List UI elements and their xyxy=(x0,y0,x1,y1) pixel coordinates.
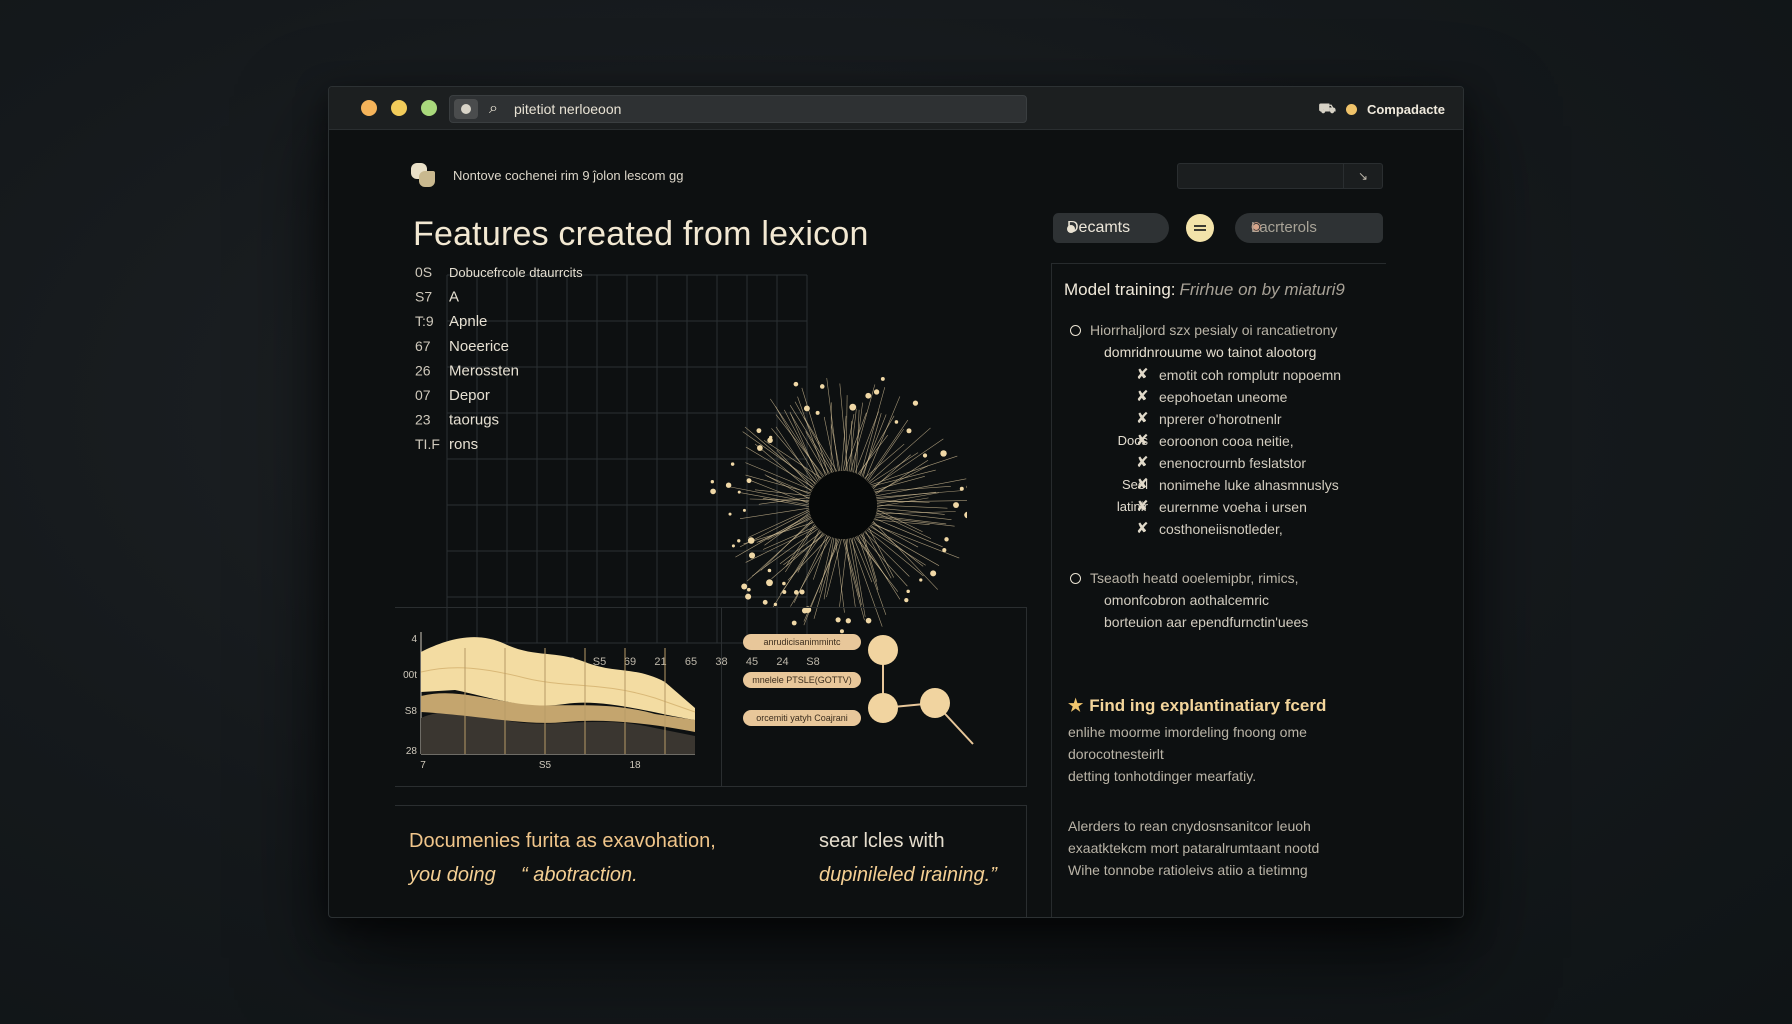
check-icon: ✘ xyxy=(1136,366,1149,383)
y-tick-label: 00t xyxy=(403,670,417,681)
eye-icon[interactable] xyxy=(454,99,478,119)
flow-diagram xyxy=(868,635,974,745)
row-label: Depor xyxy=(449,387,490,404)
check-icon: ✘ xyxy=(1136,388,1149,405)
section-line: omonfcobron aothalcemric xyxy=(1104,592,1269,608)
row-code: 0S xyxy=(415,264,432,280)
car-icon[interactable]: ⛟ xyxy=(1318,100,1336,119)
x-tick-label: 7 xyxy=(420,760,426,771)
model-training-panel: Model training: Frirhue on by miaturi9 Hi… xyxy=(1051,263,1386,917)
x-tick-label: S5 xyxy=(539,760,552,771)
row-code: 67 xyxy=(415,338,431,354)
footer-line: Alerders to rean cnydosnsanitcor leuoh xyxy=(1068,818,1311,834)
panel-title-text: Model training: xyxy=(1064,280,1176,299)
checklist-item[interactable]: ✘ nprerer o'horotnenlr xyxy=(1052,409,1386,429)
radial-burst xyxy=(710,376,967,640)
close-window-button[interactable] xyxy=(361,100,377,116)
python-logo-icon xyxy=(409,161,437,189)
checklist-item[interactable]: latinir ✘ eurernme voeha i ursen xyxy=(1052,497,1386,517)
finding-line: enlihe moorme imordeling fnoong ome xyxy=(1068,724,1307,740)
area-chart: 4 00t S8 287 S5 18 xyxy=(403,632,696,771)
y-tick-label: 4 xyxy=(411,634,417,645)
finding-heading[interactable]: ★ Find ing explantinatiary fcerd xyxy=(1068,696,1326,716)
flow-node xyxy=(868,693,898,723)
lr-dropdown[interactable]: Lacrterols ◉ xyxy=(1235,213,1383,243)
row-label: taorugs xyxy=(449,412,499,429)
search-input[interactable]: ↘ xyxy=(1177,163,1383,189)
account-label[interactable]: Compadacte xyxy=(1367,102,1445,117)
account-area[interactable]: ⛟ Compadacte xyxy=(1318,100,1445,119)
checklist-item[interactable]: Doos ✘ eoroonon cooa neitie, xyxy=(1052,431,1386,451)
checklist-item[interactable]: ✘ eepohoetan uneome xyxy=(1052,387,1386,407)
flow-panel: anrudicisanimmintc mnelele PTSLE(GOTTV) … xyxy=(721,607,1027,787)
breadcrumb[interactable]: Nontove cochenei rim 9 ĵolon lescom gg xyxy=(453,168,684,183)
check-icon: ✘ xyxy=(1136,432,1149,449)
check-icon: ✘ xyxy=(1136,476,1149,493)
row-labels: 0S Dobucefrcole dtaurrcits S7 A T:9 Apnle 67 No… xyxy=(415,264,583,453)
row-code: 23 xyxy=(415,412,431,428)
panel-title: Model training: Frirhue on by miaturi9 xyxy=(1064,280,1345,300)
row-label: A xyxy=(449,289,459,306)
x-tick-label: 18 xyxy=(629,760,641,771)
status-dot-icon xyxy=(1345,104,1357,115)
checklist-item[interactable]: Seel ✘ nonimehe luke alnasmnuslys xyxy=(1052,475,1386,495)
menu-icon[interactable] xyxy=(1186,214,1214,242)
summary-line: you doing xyxy=(409,864,496,886)
section-line: domridnrouume wo tainot alootorg xyxy=(1104,344,1317,360)
y-tick-label: 28 xyxy=(406,746,418,757)
chevron-icon: ◉ xyxy=(1251,219,1262,233)
maximize-window-button[interactable] xyxy=(421,100,437,116)
minimize-window-button[interactable] xyxy=(391,100,407,116)
row-code: TI.F xyxy=(415,436,440,452)
section-line: Tseaoth heatd ooelemipbr, rimics, xyxy=(1090,570,1299,586)
check-icon: ✘ xyxy=(1136,520,1149,537)
summary-line: “ abotraction. xyxy=(521,864,638,886)
address-bar[interactable]: ⌕ pitetiot nerloeoon xyxy=(449,95,1027,123)
panel-subtitle: Frirhue on by miaturi9 xyxy=(1179,280,1345,299)
summary-line: sear lcles with xyxy=(819,830,945,852)
indicator-dot-icon xyxy=(1067,225,1075,233)
row-code: 07 xyxy=(415,387,431,403)
bullet-icon xyxy=(1070,325,1081,336)
section-line: borteuion aar ependfurnctin'uees xyxy=(1104,614,1309,630)
summary-line: Documenies furita as exavohation, xyxy=(409,830,716,852)
documents-label: Decamts xyxy=(1067,219,1131,236)
summary-panel: Documenies furita as exavohation, sear l… xyxy=(395,805,1027,917)
search-expand-icon[interactable]: ↘ xyxy=(1343,164,1382,188)
finding-line: dorocotnesteirlt xyxy=(1068,746,1164,762)
search-icon: ⌕ xyxy=(489,100,498,117)
flow-node xyxy=(868,635,898,665)
row-code: T:9 xyxy=(415,313,434,329)
section-line: Hiorrhaljlord szx pesialy oi rancatietro… xyxy=(1090,322,1338,338)
checklist-item[interactable]: ✘ emotit coh romplutr nopoemn xyxy=(1052,365,1386,385)
row-label: Apnle xyxy=(449,313,487,330)
area-chart-panel: 4 00t S8 28 7 S5 18 xyxy=(395,607,722,787)
check-icon: ✘ xyxy=(1136,498,1149,515)
chart-grid xyxy=(446,274,808,644)
checklist-item[interactable]: ✘ enenocrournb feslatstor xyxy=(1052,453,1386,473)
row-label: Noeerice xyxy=(449,338,509,355)
app-window: ⌕ pitetiot nerloeoon ⛟ Compadacte Nontov… xyxy=(328,86,1464,918)
documents-button[interactable]: Decamts xyxy=(1053,213,1169,243)
star-icon: ★ xyxy=(1068,696,1084,715)
address-text: pitetiot nerloeoon xyxy=(514,101,622,117)
row-code: S7 xyxy=(415,289,432,305)
finding-line: detting tonhotdinger mearfatiy. xyxy=(1068,768,1257,784)
title-bar: ⌕ pitetiot nerloeoon ⛟ Compadacte xyxy=(329,87,1463,130)
checklist-item[interactable]: ✘ costhoneiisnotleder, xyxy=(1052,519,1386,539)
footer-line: exaatktekcm mort pataralrumtaant nootd xyxy=(1068,840,1320,856)
bullet-icon xyxy=(1070,573,1081,584)
y-tick-label: S8 xyxy=(405,706,418,717)
flow-node xyxy=(920,688,950,718)
check-icon: ✘ xyxy=(1136,410,1149,427)
row-code: 26 xyxy=(415,362,431,378)
row-label: Dobucefrcole dtaurrcits xyxy=(449,265,583,280)
check-icon: ✘ xyxy=(1136,454,1149,471)
summary-line: dupinileled iraining.” xyxy=(819,864,997,886)
row-label: Merossten xyxy=(449,362,519,379)
footer-line: Wihe tonnobe ratioleivs atiio a tietimng xyxy=(1068,862,1308,878)
row-label: rons xyxy=(449,436,478,453)
